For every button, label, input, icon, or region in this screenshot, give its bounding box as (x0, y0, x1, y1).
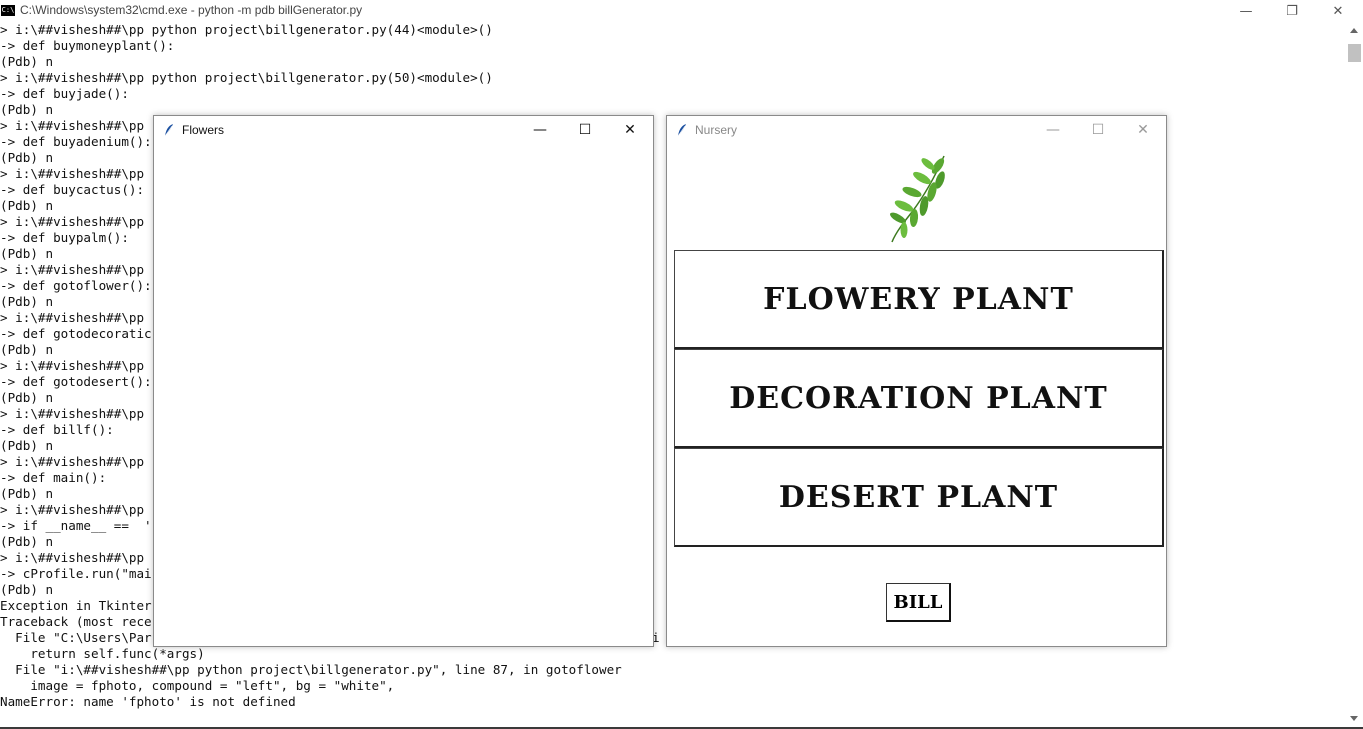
console-line: > i:\##vishesh##\pp (0, 454, 145, 469)
cmd-titlebar: C:\ C:\Windows\system32\cmd.exe - python… (0, 0, 1363, 22)
flowers-window-title: Flowers (182, 123, 225, 137)
console-line: NameError: name 'fphoto' is not defined (0, 694, 296, 709)
console-line: Traceback (most rece (0, 614, 152, 629)
console-line: (Pdb) n (0, 486, 54, 501)
console-scrollbar[interactable] (1346, 22, 1363, 727)
console-line: > i:\##vishesh##\pp python project\billg… (0, 70, 493, 85)
console-line: -> def buymoneyplant(): (0, 38, 175, 53)
console-line: > i:\##vishesh##\pp (0, 358, 145, 373)
console-line: > i:\##vishesh##\pp (0, 214, 145, 229)
flowers-titlebar[interactable]: Flowers — ☐ ✕ (154, 116, 653, 144)
cmd-window-title: C:\Windows\system32\cmd.exe - python -m … (20, 3, 363, 17)
console-line: Exception in Tkinter (0, 598, 152, 613)
console-line: -> cProfile.run("mai (0, 566, 152, 581)
console-line: (Pdb) n (0, 246, 54, 261)
console-line: -> def billf(): (0, 422, 114, 437)
console-line: > i:\##vishesh##\pp (0, 118, 145, 133)
console-line: -> if __name__ == ' (0, 518, 152, 533)
console-line: > i:\##vishesh##\pp (0, 406, 145, 421)
scrollbar-thumb[interactable] (1348, 44, 1361, 62)
console-line: > i:\##vishesh##\pp (0, 166, 145, 181)
console-line: > i:\##vishesh##\pp (0, 262, 145, 277)
tk-feather-icon (677, 124, 686, 137)
console-line: image = fphoto, compound = "left", bg = … (0, 678, 395, 693)
desert-plant-button[interactable]: DESERT PLANT (674, 448, 1164, 547)
scroll-down-arrow-icon[interactable] (1350, 716, 1358, 721)
flowery-plant-button[interactable]: FLOWERY PLANT (674, 250, 1164, 349)
cmd-restore-button[interactable]: ❐ (1269, 0, 1315, 22)
scroll-up-arrow-icon[interactable] (1350, 28, 1358, 33)
nursery-window-title: Nursery (695, 123, 738, 137)
console-line: (Pdb) n (0, 294, 54, 309)
console-line: (Pdb) n (0, 390, 54, 405)
nursery-titlebar[interactable]: Nursery — ☐ ✕ (667, 116, 1166, 144)
console-line: -> def main(): (0, 470, 107, 485)
console-line: > i:\##vishesh##\pp (0, 502, 145, 517)
flowers-window[interactable]: Flowers — ☐ ✕ (153, 115, 654, 647)
console-line: File "i:\##vishesh##\pp python project\b… (0, 662, 622, 677)
nursery-minimize-button[interactable]: — (1030, 116, 1076, 144)
console-line: (Pdb) n (0, 582, 54, 597)
console-line: (Pdb) n (0, 198, 54, 213)
console-line: > i:\##vishesh##\pp (0, 310, 145, 325)
console-line: (Pdb) n (0, 534, 54, 549)
leaf-branch-icon (890, 155, 945, 243)
flowers-maximize-button[interactable]: ☐ (562, 116, 608, 144)
cmd-minimize-button[interactable]: — (1223, 0, 1269, 22)
console-line: -> def gotoflower(): (0, 278, 152, 293)
bill-button[interactable]: BILL (886, 583, 951, 622)
console-line: (Pdb) n (0, 150, 54, 165)
console-line: -> def buycactus(): (0, 182, 145, 197)
console-line: > i:\##vishesh##\pp (0, 550, 145, 565)
console-line: -> def gotodecoratic (0, 326, 152, 341)
tk-feather-icon (164, 124, 173, 137)
nursery-window[interactable]: Nursery — ☐ ✕ FLOWERY PLANT DECORATION P… (666, 115, 1167, 647)
console-line: (Pdb) n (0, 102, 54, 117)
console-line: > i:\##vishesh##\pp python project\billg… (0, 22, 493, 37)
cmd-close-button[interactable]: ✕ (1315, 0, 1361, 22)
console-line: (Pdb) n (0, 438, 54, 453)
console-line: (Pdb) n (0, 342, 54, 357)
console-line: return self.func(*args) (0, 646, 205, 661)
decoration-plant-button[interactable]: DECORATION PLANT (674, 349, 1164, 448)
flowers-close-button[interactable]: ✕ (607, 116, 653, 144)
flowers-minimize-button[interactable]: — (517, 116, 563, 144)
nursery-close-button[interactable]: ✕ (1120, 116, 1166, 144)
console-line: (Pdb) n (0, 54, 54, 69)
console-line: -> def buyjade(): (0, 86, 129, 101)
nursery-maximize-button[interactable]: ☐ (1075, 116, 1121, 144)
cmd-app-icon: C:\ (1, 5, 15, 16)
console-line: -> def gotodesert(): (0, 374, 152, 389)
console-line: -> def buyadenium(): (0, 134, 152, 149)
console-line: -> def buypalm(): (0, 230, 129, 245)
